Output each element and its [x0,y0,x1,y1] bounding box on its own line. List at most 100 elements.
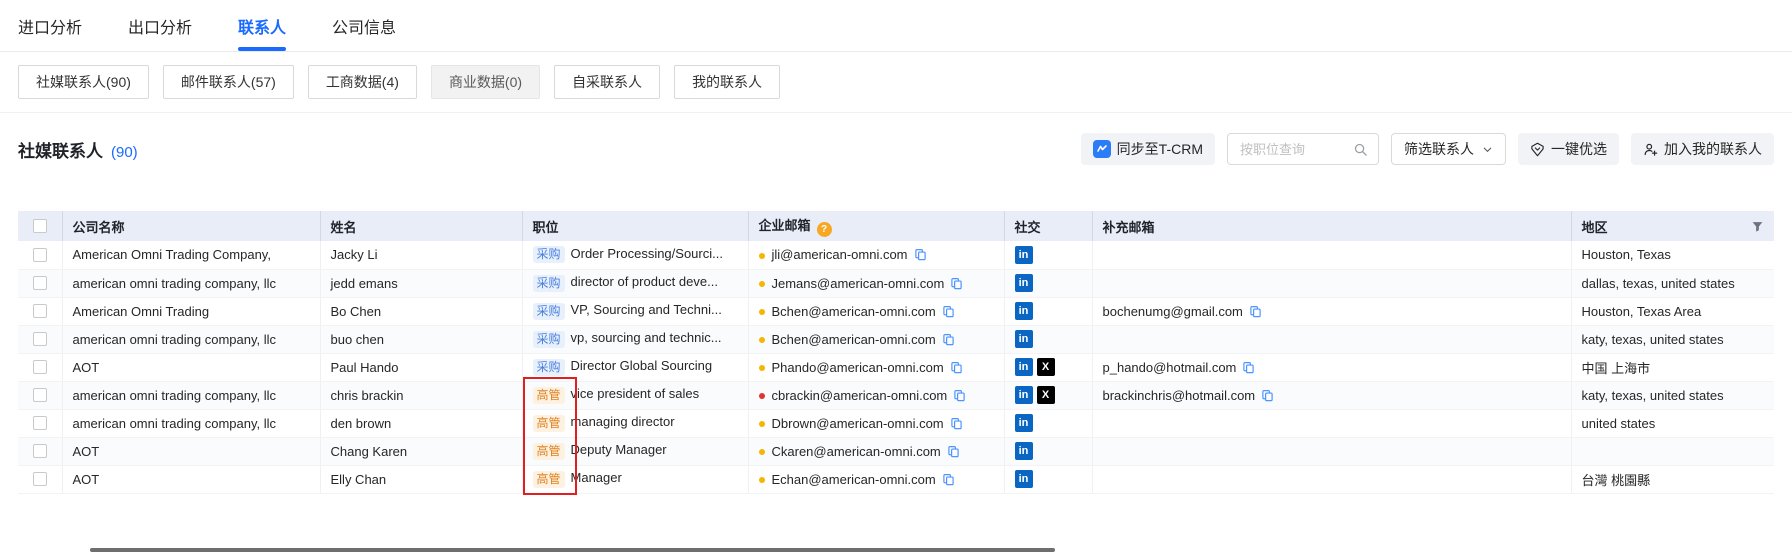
copy-icon[interactable] [947,445,960,458]
copy-icon[interactable] [950,361,963,374]
linkedin-icon[interactable]: in [1015,358,1033,376]
position-tag: 采购 [533,246,565,263]
extra-email-cell [1092,325,1571,353]
header-extra-email: 补充邮箱 [1092,211,1571,241]
position-tag: 高管 [533,387,565,404]
filter-my-contacts[interactable]: 我的联系人 [674,65,780,99]
filter-social-contacts[interactable]: 社媒联系人(90) [18,65,149,99]
one-click-optimize-button[interactable]: 一键优选 [1518,133,1619,165]
company-name: AOT [73,360,100,375]
company-email: Dbrown@american-omni.com [772,416,944,431]
linkedin-icon[interactable]: in [1015,246,1033,264]
position-title: Director Global Sourcing [571,358,713,373]
row-checkbox[interactable] [33,360,47,374]
position-title: vp, sourcing and technic... [571,330,722,345]
filter-business-registry[interactable]: 工商数据(4) [308,65,417,99]
copy-icon[interactable] [942,473,955,486]
linkedin-icon[interactable]: in [1015,386,1033,404]
position-tag: 高管 [533,415,565,432]
sync-button-label: 同步至T-CRM [1117,139,1203,159]
tab-import-analysis[interactable]: 进口分析 [18,0,82,51]
copy-icon[interactable] [1242,361,1255,374]
row-checkbox[interactable] [33,248,47,262]
extra-email-wrap: brackinchris@hotmail.com [1103,388,1275,403]
position-title: VP, Sourcing and Techni... [571,302,722,317]
linkedin-icon[interactable]: in [1015,470,1033,488]
email-dot [759,337,765,343]
table-row: american omni trading company, llc buo c… [18,325,1774,353]
contact-name: den brown [331,416,392,431]
position-tag: 采购 [533,303,565,320]
position-search-input[interactable] [1238,141,1353,158]
position-tag: 采购 [533,331,565,348]
copy-icon[interactable] [1261,389,1274,402]
copy-icon[interactable] [942,333,955,346]
copy-icon[interactable] [1249,305,1262,318]
row-checkbox[interactable] [33,388,47,402]
region: 中国 上海市 [1582,361,1651,376]
tab-label: 出口分析 [128,14,192,38]
region-filter-funnel-icon[interactable] [1751,220,1764,233]
copy-icon[interactable] [950,277,963,290]
linkedin-icon[interactable]: in [1015,442,1033,460]
table-row: american omni trading company, llc chris… [18,381,1774,409]
copy-icon[interactable] [914,248,927,261]
position-tag: 高管 [533,471,565,488]
company-email: Phando@american-omni.com [772,360,944,375]
company-name: american omni trading company, llc [73,332,277,347]
email-dot [759,449,765,455]
company-name: american omni trading company, llc [73,388,277,403]
copy-icon[interactable] [950,417,963,430]
row-checkbox[interactable] [33,444,47,458]
row-checkbox[interactable] [33,472,47,486]
row-checkbox[interactable] [33,416,47,430]
company-name: American Omni Trading [73,304,210,319]
contact-name: Bo Chen [331,304,382,319]
social-icons: inX [1004,381,1092,409]
linkedin-icon[interactable]: in [1015,414,1033,432]
linkedin-icon[interactable]: in [1015,274,1033,292]
linkedin-icon[interactable]: in [1015,302,1033,320]
company-email: Ckaren@american-omni.com [772,444,941,459]
select-all-checkbox[interactable] [33,219,47,233]
social-icons: in [1004,437,1092,465]
extra-email-cell: p_hando@hotmail.com [1092,353,1571,381]
company-email: Echan@american-omni.com [772,472,936,487]
search-icon[interactable] [1353,142,1368,157]
filter-self-collected[interactable]: 自采联系人 [554,65,660,99]
header-region-label: 地区 [1582,217,1608,236]
x-icon[interactable]: X [1037,386,1055,404]
sync-to-tcrm-button[interactable]: 同步至T-CRM [1081,133,1215,165]
company-email: Bchen@american-omni.com [772,332,936,347]
table-header-row: 公司名称 姓名 职位 企业邮箱? 社交 补充邮箱 地区 [18,211,1774,241]
tab-company-info[interactable]: 公司信息 [332,0,396,51]
position-tag: 采购 [533,275,565,292]
row-checkbox[interactable] [33,332,47,346]
filter-contacts-dropdown[interactable]: 筛选联系人 [1391,133,1506,165]
chevron-down-icon [1482,144,1493,155]
email-dot [759,281,765,287]
section-title: 社媒联系人 [18,137,103,162]
x-icon[interactable]: X [1037,358,1055,376]
tab-contacts[interactable]: 联系人 [238,0,286,51]
filter-email-contacts[interactable]: 邮件联系人(57) [163,65,294,99]
add-to-my-contacts-button[interactable]: 加入我的联系人 [1631,133,1774,165]
table-row: AOT Chang Karen 高管Deputy Manager Ckaren@… [18,437,1774,465]
table-row: American Omni Trading Company, Jacky Li … [18,241,1774,269]
company-email: cbrackin@american-omni.com [772,388,948,403]
position-title: Deputy Manager [571,442,667,457]
copy-icon[interactable] [942,305,955,318]
copy-icon[interactable] [953,389,966,402]
email-help-icon[interactable]: ? [817,222,832,237]
region: katy, texas, united states [1582,332,1724,347]
medal-badge-icon [1530,142,1545,157]
tab-export-analysis[interactable]: 出口分析 [128,0,192,51]
horizontal-scrollbar-thumb[interactable] [90,548,1055,552]
contact-name: Elly Chan [331,472,387,487]
email-dot [759,365,765,371]
filter-commercial-data[interactable]: 商业数据(0) [431,65,540,99]
row-checkbox[interactable] [33,276,47,290]
row-checkbox[interactable] [33,304,47,318]
extra-email-wrap: bochenumg@gmail.com [1103,304,1262,319]
linkedin-icon[interactable]: in [1015,330,1033,348]
